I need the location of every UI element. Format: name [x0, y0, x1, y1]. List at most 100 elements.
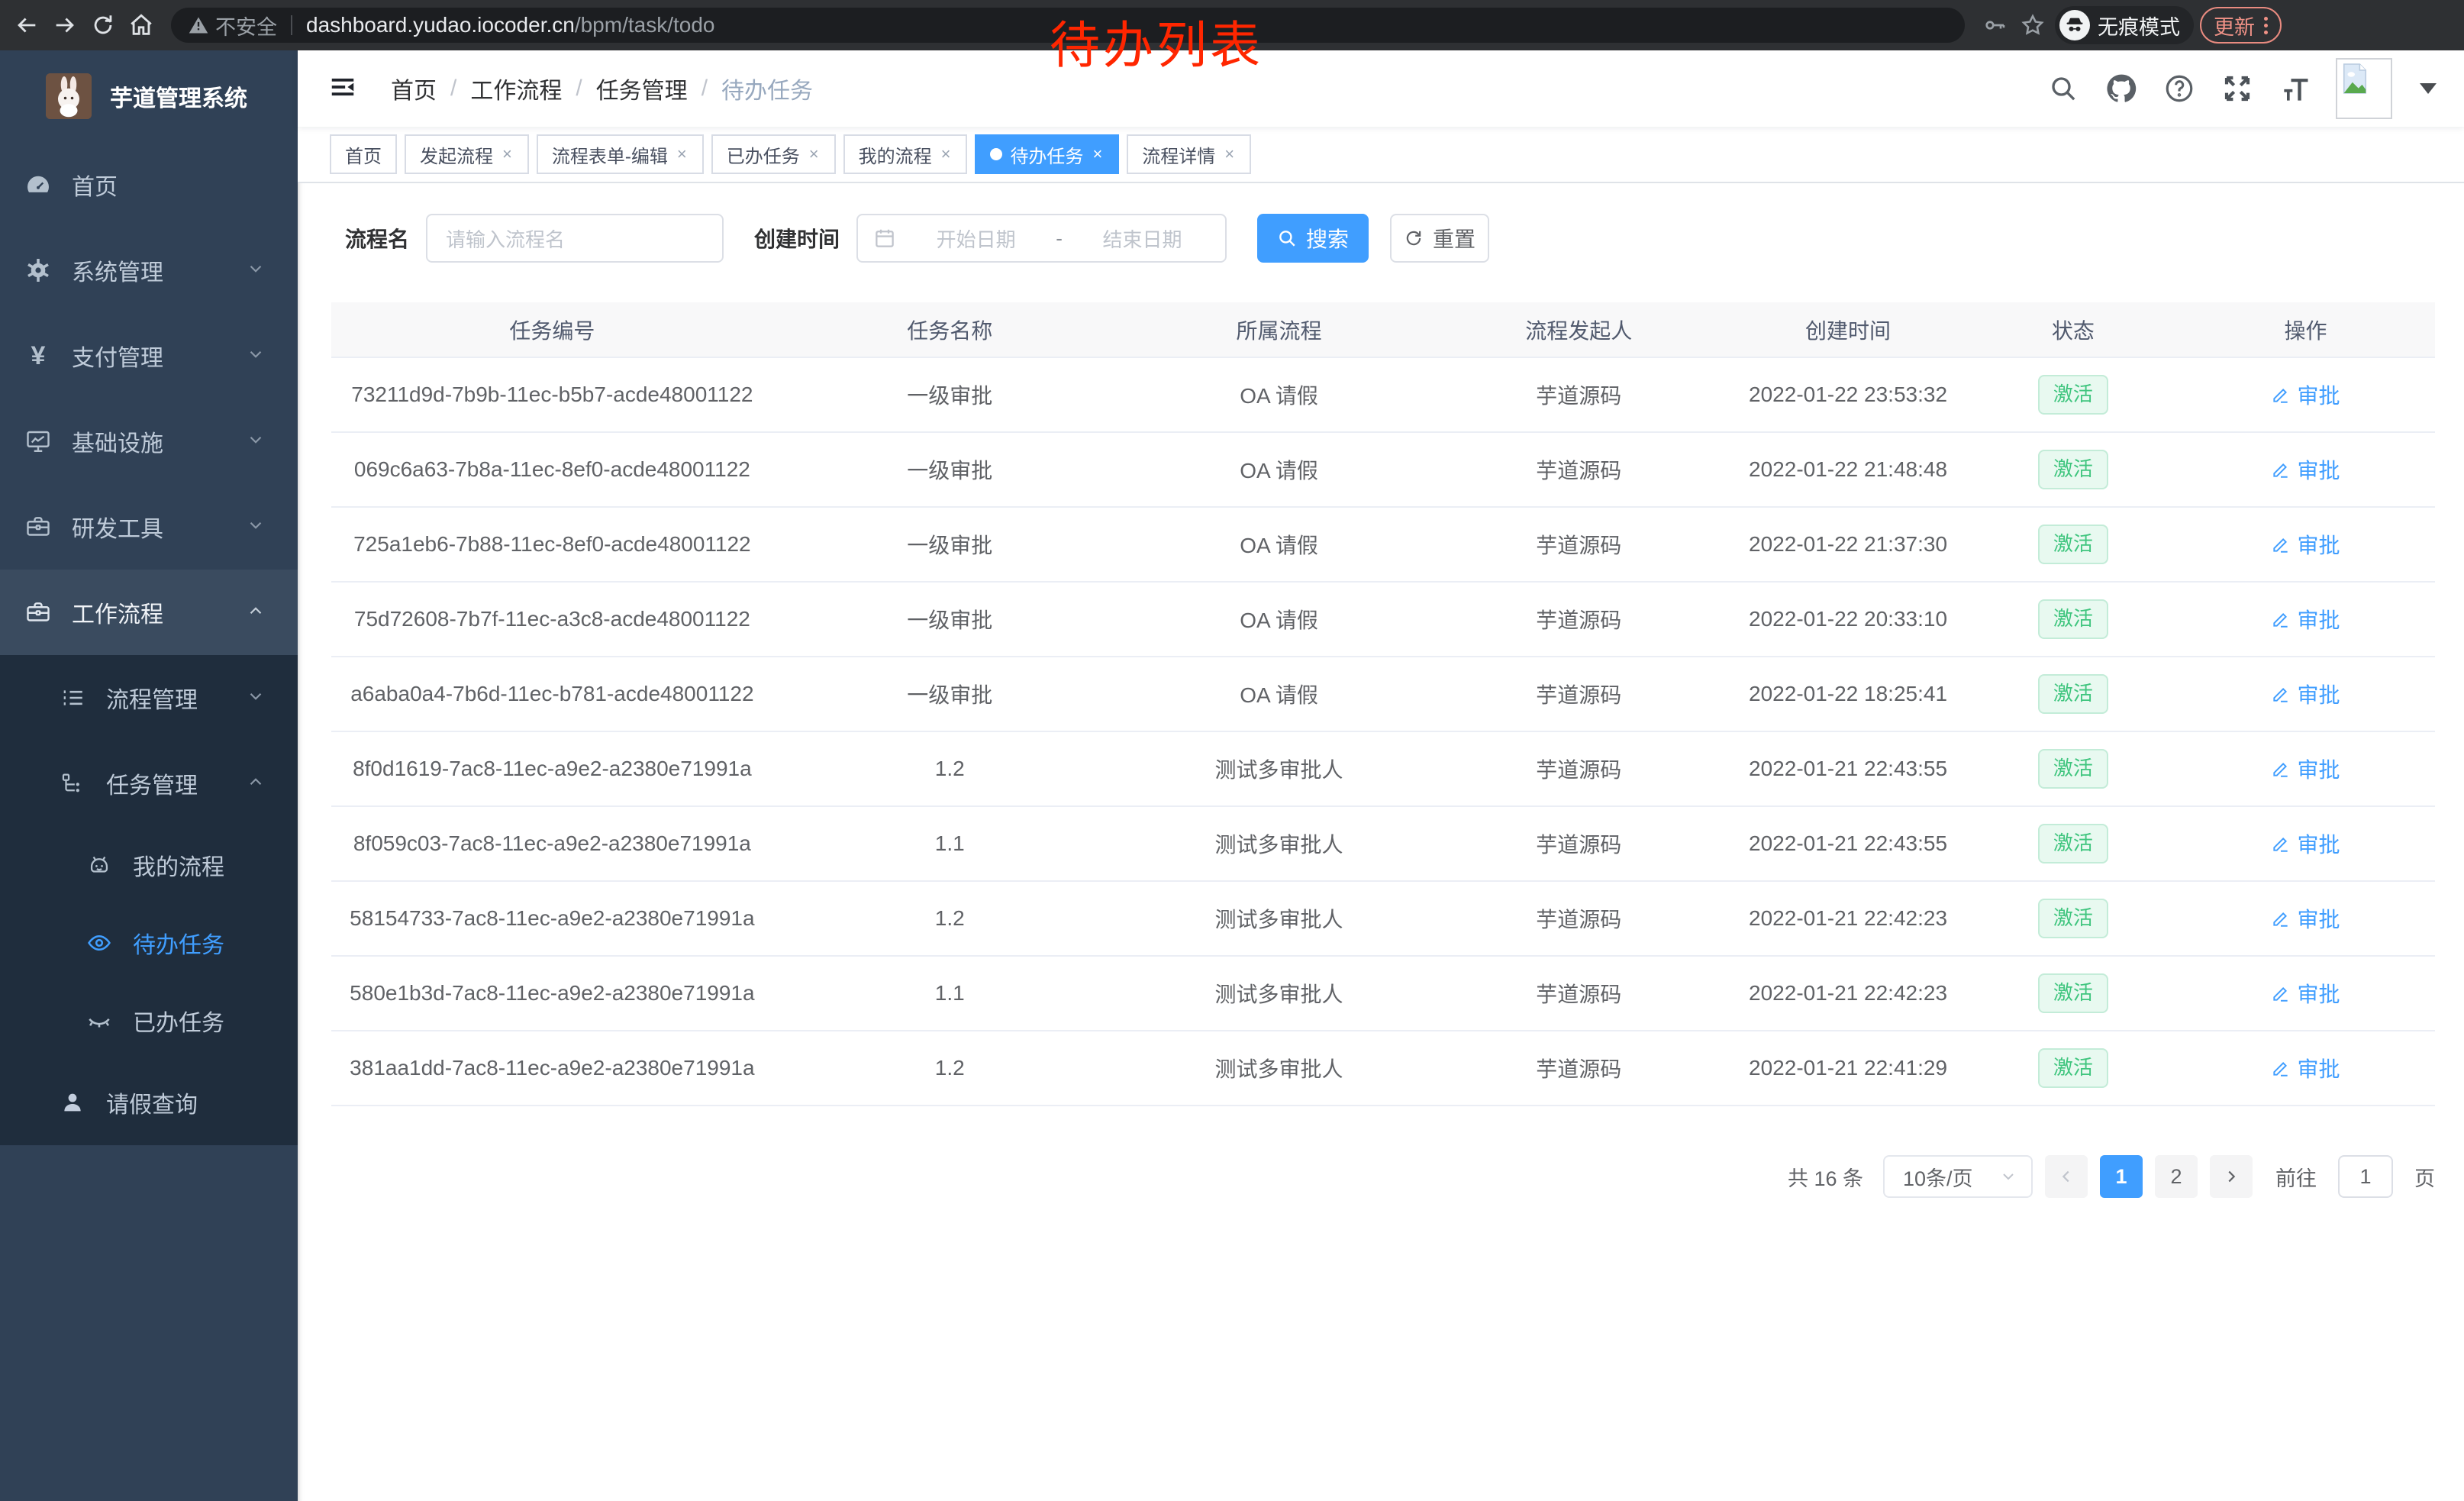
edit-pencil-icon [2271, 834, 2291, 854]
sidebar-item-system[interactable]: 系统管理 [0, 228, 298, 313]
browser-update-button[interactable]: 更新 [2200, 7, 2282, 44]
page-size-select[interactable]: 10条/页 [1883, 1155, 2033, 1198]
close-icon[interactable]: × [1223, 144, 1236, 164]
bookmark-star-icon[interactable] [2017, 9, 2049, 41]
chevron-up-icon [246, 772, 266, 796]
status-badge: 激活 [2038, 674, 2108, 713]
sidebar-item-workflow[interactable]: 工作流程 [0, 570, 298, 655]
app-logo-row[interactable]: 芋道管理系统 [0, 50, 298, 142]
initiator-cell: 芋道源码 [1431, 881, 1726, 956]
approve-link[interactable]: 审批 [2271, 1053, 2340, 1083]
approve-link[interactable]: 审批 [2271, 454, 2340, 485]
created-cell: 2022-01-22 18:25:41 [1726, 657, 1970, 731]
tag-tab-5[interactable]: 我的流程 × [843, 134, 968, 174]
sidebar-item-task-mgmt[interactable]: 任务管理 [0, 741, 298, 826]
table-row: a6aba0a4-7b6d-11ec-b781-acde48001122 一级审… [331, 657, 2435, 731]
filter-bar: 流程名 请输入流程名 创建时间 开始日期 - 结束日期 搜索 重置 [345, 214, 2435, 263]
initiator-cell: 芋道源码 [1431, 956, 1726, 1031]
help-icon[interactable] [2162, 71, 2197, 106]
sidebar-item-leave-query[interactable]: 请假查询 [0, 1060, 298, 1145]
page-button-2[interactable]: 2 [2155, 1155, 2198, 1198]
approve-link[interactable]: 审批 [2271, 903, 2340, 934]
goto-page-input[interactable]: 1 [2338, 1155, 2393, 1198]
end-date-placeholder: 结束日期 [1075, 224, 1210, 253]
close-icon[interactable]: × [808, 144, 821, 164]
github-icon[interactable] [2104, 71, 2139, 106]
close-icon[interactable]: × [940, 144, 953, 164]
breadcrumb-task-mgmt[interactable]: 任务管理 [596, 72, 688, 105]
tag-tab-6[interactable]: 待办任务 × [975, 134, 1119, 174]
tree-icon [59, 770, 86, 797]
edit-pencil-icon [2271, 609, 2291, 629]
password-key-icon[interactable] [1979, 9, 2011, 41]
sidebar-item-done-tasks[interactable]: 已办任务 [0, 982, 298, 1060]
approve-link[interactable]: 审批 [2271, 754, 2340, 784]
tag-tab-2[interactable]: 发起流程 × [405, 134, 529, 174]
sidebar-collapse-icon[interactable] [328, 73, 357, 105]
task-id-cell: 580e1b3d-7ac8-11ec-a9e2-a2380e71991a [331, 956, 773, 1031]
approve-link[interactable]: 审批 [2271, 379, 2340, 410]
process-name-input[interactable]: 请输入流程名 [426, 214, 724, 263]
browser-back-icon[interactable] [11, 9, 43, 41]
avatar-dropdown-caret[interactable] [2420, 83, 2437, 94]
browser-reload-icon[interactable] [87, 9, 119, 41]
col-created: 创建时间 [1726, 302, 1970, 357]
approve-link[interactable]: 审批 [2271, 828, 2340, 859]
created-cell: 2022-01-22 20:33:10 [1726, 582, 1970, 657]
col-task-id: 任务编号 [331, 302, 773, 357]
approve-link[interactable]: 审批 [2271, 679, 2340, 709]
status-badge: 激活 [2038, 1048, 2108, 1087]
avatar[interactable] [2336, 58, 2392, 119]
initiator-cell: 芋道源码 [1431, 1031, 1726, 1106]
start-date-placeholder: 开始日期 [908, 224, 1043, 253]
close-icon[interactable]: × [676, 144, 689, 164]
tag-tab-4[interactable]: 已办任务 × [711, 134, 836, 174]
eye-closed-icon [85, 1007, 113, 1035]
table-row: 8f059c03-7ac8-11ec-a9e2-a2380e71991a 1.1… [331, 806, 2435, 881]
status-badge: 激活 [2038, 749, 2108, 788]
sidebar-item-payment[interactable]: ¥ 支付管理 [0, 313, 298, 399]
monitor-icon [24, 428, 52, 455]
process-cell: 测试多审批人 [1127, 806, 1432, 881]
sidebar-item-process-mgmt[interactable]: 流程管理 [0, 655, 298, 741]
breadcrumb-home[interactable]: 首页 [391, 72, 437, 105]
created-cell: 2022-01-21 22:41:29 [1726, 1031, 1970, 1106]
sidebar-item-devtools[interactable]: 研发工具 [0, 484, 298, 570]
breadcrumb-workflow[interactable]: 工作流程 [470, 72, 562, 105]
date-range-input[interactable]: 开始日期 - 结束日期 [856, 214, 1227, 263]
close-icon[interactable]: × [1091, 144, 1104, 164]
next-page-button[interactable] [2210, 1155, 2253, 1198]
browser-forward-icon[interactable] [49, 9, 81, 41]
task-id-cell: 8f0d1619-7ac8-11ec-a9e2-a2380e71991a [331, 731, 773, 806]
search-icon[interactable] [2046, 71, 2081, 106]
prev-page-button[interactable] [2045, 1155, 2088, 1198]
close-icon[interactable]: × [501, 144, 514, 164]
task-id-cell: 75d72608-7b7f-11ec-a3c8-acde48001122 [331, 582, 773, 657]
task-id-cell: 8f059c03-7ac8-11ec-a9e2-a2380e71991a [331, 806, 773, 881]
process-cell: OA 请假 [1127, 432, 1432, 507]
task-name-cell: 1.1 [773, 806, 1127, 881]
approve-link[interactable]: 审批 [2271, 978, 2340, 1009]
status-badge: 激活 [2038, 973, 2108, 1012]
font-size-icon[interactable] [2278, 71, 2313, 106]
approve-link[interactable]: 审批 [2271, 604, 2340, 634]
browser-menu-icon[interactable] [2264, 17, 2268, 34]
sidebar-item-todo-tasks[interactable]: 待办任务 [0, 904, 298, 982]
table-row: 069c6a63-7b8a-11ec-8ef0-acde48001122 一级审… [331, 432, 2435, 507]
fullscreen-icon[interactable] [2220, 71, 2255, 106]
tag-tabs-bar: 首页 发起流程 × 流程表单-编辑 × 已办任务 × 我的流程 × 待办任务 ×… [298, 127, 2464, 183]
status-badge: 激活 [2038, 525, 2108, 563]
warning-icon [188, 15, 209, 36]
tag-tab-1[interactable]: 首页 [330, 134, 397, 174]
reset-button[interactable]: 重置 [1390, 214, 1489, 263]
sidebar-item-home[interactable]: 首页 [0, 142, 298, 228]
approve-link[interactable]: 审批 [2271, 529, 2340, 560]
sidebar-item-my-process[interactable]: 我的流程 [0, 826, 298, 904]
initiator-cell: 芋道源码 [1431, 357, 1726, 432]
tag-tab-7[interactable]: 流程详情 × [1127, 134, 1251, 174]
tag-tab-3[interactable]: 流程表单-编辑 × [537, 134, 704, 174]
page-button-1[interactable]: 1 [2100, 1155, 2143, 1198]
browser-home-icon[interactable] [125, 9, 157, 41]
search-button[interactable]: 搜索 [1257, 214, 1369, 263]
sidebar-item-infra[interactable]: 基础设施 [0, 399, 298, 484]
